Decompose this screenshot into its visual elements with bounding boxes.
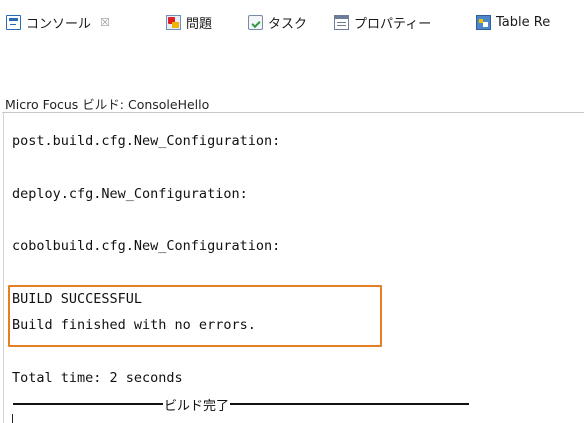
tab-properties-label: プロパティー	[354, 16, 432, 32]
console-title: Micro Focus ビルド: ConsoleHello	[5, 97, 210, 112]
text-caret	[12, 414, 13, 423]
separator-rule-left	[13, 403, 163, 405]
tab-tasks[interactable]: タスク	[248, 12, 307, 32]
tab-tasks-label: タスク	[268, 16, 308, 32]
tab-problems-label: 問題	[186, 16, 213, 32]
console-line: deploy.cfg.New_Configuration:	[12, 186, 248, 202]
close-icon[interactable]: ☒	[100, 16, 110, 29]
console-left-border	[3, 113, 4, 423]
build-status-line: BUILD SUCCESSFUL	[12, 291, 143, 307]
console-divider	[2, 112, 584, 113]
view-tab-bar: コンソール ☒ 問題 タスク プロパティー Table Re	[0, 0, 584, 34]
tab-table-label: Table Re	[496, 14, 551, 30]
tab-problems[interactable]: 問題	[166, 12, 212, 32]
tab-console-label: コンソール	[26, 16, 92, 32]
tab-console[interactable]: コンソール ☒	[6, 12, 110, 32]
build-message-line: Build finished with no errors.	[12, 317, 256, 333]
tab-table[interactable]: Table Re	[476, 12, 550, 32]
problems-icon	[166, 14, 181, 30]
tasks-icon	[248, 14, 263, 30]
properties-icon	[334, 14, 349, 30]
console-line: cobolbuild.cfg.New_Configuration:	[12, 238, 281, 254]
console-icon	[6, 14, 21, 30]
table-icon	[476, 14, 491, 30]
console-line: Total time: 2 seconds	[12, 370, 183, 386]
build-finished-label: ビルド完了	[164, 398, 230, 414]
build-finished-separator: ビルド完了	[13, 397, 469, 414]
separator-rule-right	[230, 403, 469, 405]
tab-properties[interactable]: プロパティー	[334, 12, 431, 32]
console-line: post.build.cfg.New_Configuration:	[12, 133, 281, 149]
